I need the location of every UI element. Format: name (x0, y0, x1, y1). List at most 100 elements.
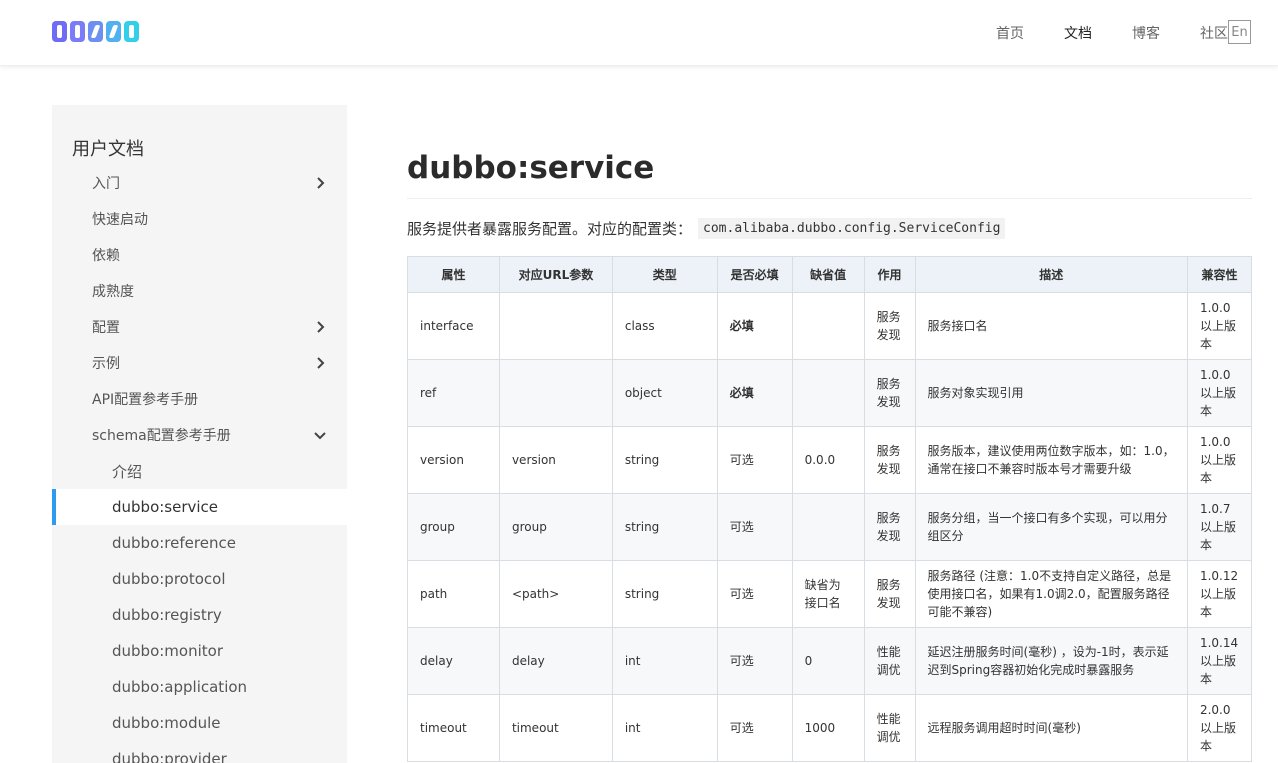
table-cell: 1.0.7以上版本 (1186, 493, 1253, 561)
table-cell: 必填 (716, 359, 793, 427)
nav-home[interactable]: 首页 (996, 23, 1024, 43)
sidebar-subitem-dubbo-protocol[interactable]: dubbo:protocol (52, 561, 347, 597)
sidebar-item-label: schema配置参考手册 (92, 428, 231, 444)
sidebar-subitem-label: dubbo:provider (112, 750, 227, 763)
table-header: 兼容性 (1186, 256, 1253, 293)
table-cell: 远程服务调用超时时间(毫秒) (914, 694, 1188, 762)
table-header: 缺省值 (791, 256, 865, 293)
chevron-right-icon (317, 357, 325, 369)
docs-sidebar: 用户文档 入门 快速启动 依赖 成熟度 配置 示例 API配置参考手册 sche… (52, 105, 347, 763)
table-header: 描述 (914, 256, 1188, 293)
sidebar-subitem-label: dubbo:application (112, 678, 248, 696)
table-row: version version string 可选 0.0.0 服务发现 服务版本，建议使用… (407, 426, 1253, 494)
description-text: 服务提供者暴露服务配置。对应的配置类： (407, 220, 693, 238)
chevron-right-icon (317, 177, 325, 189)
table-cell: interface (407, 292, 500, 360)
table-cell: ref (407, 359, 500, 427)
table-cell: 可选 (716, 627, 793, 695)
table-row: ref object 必填 服务发现 服务对象实现引用 1.0.0以上版本 (407, 359, 1253, 427)
table-cell: 1.0.0以上版本 (1186, 292, 1253, 360)
table-cell: 1.0.14以上版本 (1186, 627, 1253, 695)
page-title: dubbo:service (407, 150, 1252, 199)
table-row: interface class 必填 服务发现 服务接口名 1.0.0以上版本 (407, 292, 1253, 360)
sidebar-item-getting-started[interactable]: 入门 (52, 165, 347, 201)
sidebar-item-configuration[interactable]: 配置 (52, 309, 347, 345)
sidebar-subitem-dubbo-service[interactable]: dubbo:service (52, 489, 347, 525)
table-row: path <path> string 可选 缺省为接口名 服务发现 服务路径 (注意：1.0… (407, 560, 1253, 628)
table-cell: 延迟注册服务时间(毫秒) ，设为-1时，表示延迟到Spring容器初始化完成时暴… (914, 627, 1188, 695)
nav-docs[interactable]: 文档 (1064, 23, 1092, 43)
sidebar-item-maturity[interactable]: 成熟度 (52, 273, 347, 309)
sidebar-item-label: 配置 (92, 320, 120, 336)
table-cell: 可选 (716, 426, 793, 494)
attributes-table: 属性 对应URL参数 类型 是否必填 缺省值 作用 描述 兼容性 interfa… (407, 256, 1253, 762)
table-cell (498, 359, 613, 427)
page-description: 服务提供者暴露服务配置。对应的配置类： com.alibaba.dubbo.co… (407, 218, 1006, 239)
table-cell: 2.0.0以上版本 (1186, 694, 1253, 762)
table-cell: 服务对象实现引用 (914, 359, 1188, 427)
sidebar-subitem-label: dubbo:module (112, 714, 221, 732)
table-cell (791, 292, 865, 360)
table-cell: 服务发现 (863, 493, 916, 561)
sidebar-item-label: 成熟度 (92, 284, 134, 300)
table-header: 类型 (611, 256, 718, 293)
table-cell: delay (498, 627, 613, 695)
language-switch[interactable]: En (1228, 20, 1251, 44)
sidebar-item-dependencies[interactable]: 依赖 (52, 237, 347, 273)
sidebar-subitem-dubbo-monitor[interactable]: dubbo:monitor (52, 633, 347, 669)
table-cell: group (407, 493, 500, 561)
table-row: timeout timeout int 可选 1000 性能调优 远程服务调用超时时间(毫秒… (407, 694, 1253, 762)
table-cell (791, 359, 865, 427)
sidebar-item-examples[interactable]: 示例 (52, 345, 347, 381)
table-cell: 可选 (716, 560, 793, 628)
sidebar-subitem-dubbo-provider[interactable]: dubbo:provider (52, 741, 347, 763)
sidebar-subitem-label: dubbo:service (112, 498, 219, 516)
sidebar-item-label: API配置参考手册 (92, 392, 199, 408)
sidebar-title: 用户文档 (72, 139, 144, 160)
sidebar-item-label: 依赖 (92, 248, 120, 264)
table-cell: object (611, 359, 718, 427)
dubbo-logo[interactable] (52, 21, 139, 43)
sidebar-subitem-label: 介绍 (112, 462, 143, 481)
table-cell: path (407, 560, 500, 628)
sidebar-item-quick-start[interactable]: 快速启动 (52, 201, 347, 237)
table-cell: timeout (498, 694, 613, 762)
table-cell: 服务路径 (注意：1.0不支持自定义路径，总是使用接口名，如果有1.0调2.0，… (914, 560, 1188, 628)
sidebar-subitem-dubbo-registry[interactable]: dubbo:registry (52, 597, 347, 633)
table-cell: class (611, 292, 718, 360)
table-cell: string (611, 426, 718, 494)
table-cell: int (611, 694, 718, 762)
table-cell: 1.0.0以上版本 (1186, 359, 1253, 427)
sidebar-subitem-label: dubbo:registry (112, 606, 222, 624)
sidebar-subitem-label: dubbo:reference (112, 534, 236, 552)
table-cell: group (498, 493, 613, 561)
table-cell: 性能调优 (863, 694, 916, 762)
sidebar-item-api-reference[interactable]: API配置参考手册 (52, 381, 347, 417)
table-row: group group string 可选 服务发现 服务分组，当一个接口有多个实现，可以… (407, 493, 1253, 561)
sidebar-subitem-dubbo-reference[interactable]: dubbo:reference (52, 525, 347, 561)
table-cell: timeout (407, 694, 500, 762)
sidebar-subitem-dubbo-module[interactable]: dubbo:module (52, 705, 347, 741)
table-cell: 服务版本，建议使用两位数字版本，如：1.0，通常在接口不兼容时版本号才需要升级 (914, 426, 1188, 494)
sidebar-subitem-intro[interactable]: 介绍 (52, 453, 347, 489)
table-cell: 可选 (716, 694, 793, 762)
top-header: 首页 文档 博客 社区 En (0, 0, 1278, 66)
table-cell: 1000 (791, 694, 865, 762)
table-header: 作用 (863, 256, 916, 293)
sidebar-subitem-label: dubbo:protocol (112, 570, 226, 588)
table-cell: 性能调优 (863, 627, 916, 695)
table-cell: 服务分组，当一个接口有多个实现，可以用分组区分 (914, 493, 1188, 561)
sidebar-item-label: 入门 (92, 176, 120, 192)
table-cell (498, 292, 613, 360)
table-cell: 服务发现 (863, 426, 916, 494)
sidebar-subitem-dubbo-application[interactable]: dubbo:application (52, 669, 347, 705)
nav-community[interactable]: 社区 (1200, 23, 1228, 43)
table-cell: delay (407, 627, 500, 695)
table-cell: version (498, 426, 613, 494)
nav-blog[interactable]: 博客 (1132, 23, 1160, 43)
sidebar-item-schema-reference[interactable]: schema配置参考手册 (52, 417, 347, 453)
table-cell: 必填 (716, 292, 793, 360)
sidebar-item-label: 快速启动 (92, 212, 148, 228)
table-cell: 服务发现 (863, 560, 916, 628)
table-cell: string (611, 493, 718, 561)
